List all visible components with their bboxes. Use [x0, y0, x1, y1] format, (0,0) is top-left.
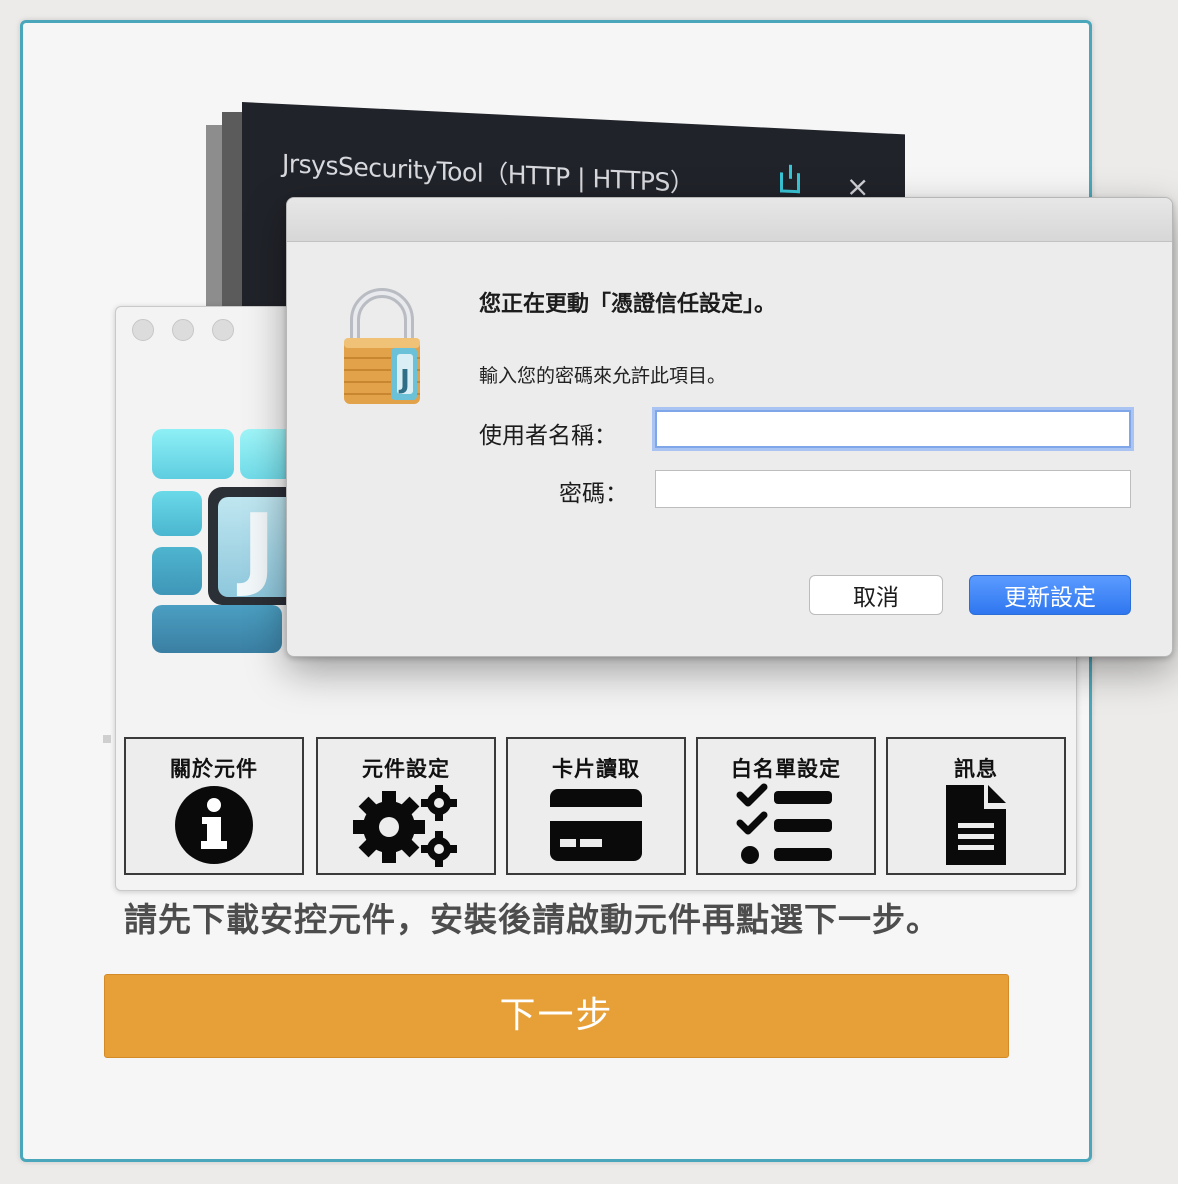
dialog-subtext: 輸入您的密碼來允許此項目。: [479, 365, 727, 387]
username-field[interactable]: [655, 410, 1131, 448]
dialog-heading: 您正在更動「憑證信任設定」。: [479, 292, 777, 317]
toolbar-item-label: 關於元件: [170, 757, 258, 781]
toolbar-messages-button[interactable]: 訊息: [886, 737, 1066, 875]
toolbar-about-button[interactable]: 關於元件: [124, 737, 304, 875]
dialog-titlebar: [287, 198, 1172, 242]
password-label: 密碼：: [559, 481, 628, 507]
window-minimize-dot[interactable]: [172, 319, 194, 341]
credit-card-icon: [550, 789, 642, 861]
lock-icon: J: [343, 286, 421, 406]
cancel-button[interactable]: 取消: [809, 575, 943, 615]
toolbar-item-label: 卡片讀取: [552, 757, 640, 781]
username-label: 使用者名稱：: [479, 423, 617, 449]
pin-icon[interactable]: [780, 172, 800, 194]
resize-handle: [103, 735, 111, 743]
toolbar-settings-button[interactable]: 元件設定: [316, 737, 496, 875]
security-tool-title: JrsysSecurityTool（HTTP | HTTPS）: [282, 148, 695, 199]
toolbar-item-label: 白名單設定: [731, 757, 841, 781]
document-icon: [946, 785, 1006, 865]
toolbar-whitelist-button[interactable]: 白名單設定: [696, 737, 876, 875]
auth-dialog: J 您正在更動「憑證信任設定」。 輸入您的密碼來允許此項目。 使用者名稱： 密碼…: [286, 197, 1173, 657]
checklist-icon: [736, 783, 832, 864]
info-icon: [175, 786, 253, 864]
gears-icon: [353, 785, 457, 867]
update-settings-button[interactable]: 更新設定: [969, 575, 1131, 615]
toolbar-item-label: 元件設定: [362, 757, 450, 781]
window-zoom-dot[interactable]: [212, 319, 234, 341]
password-field[interactable]: [655, 470, 1131, 508]
window-close-dot[interactable]: [132, 319, 154, 341]
instruction-text: 請先下載安控元件，安裝後請啟動元件再點選下一步。: [124, 900, 940, 939]
next-step-button[interactable]: 下一步: [104, 974, 1009, 1058]
toolbar-item-label: 訊息: [954, 757, 998, 781]
toolbar-card-read-button[interactable]: 卡片讀取: [506, 737, 686, 875]
toolbar: 關於元件 元件設定 卡片讀取 白名單設定 訊息: [124, 737, 1068, 877]
svg-text:J: J: [398, 365, 410, 395]
logo-letter-glyph: J: [242, 495, 276, 600]
